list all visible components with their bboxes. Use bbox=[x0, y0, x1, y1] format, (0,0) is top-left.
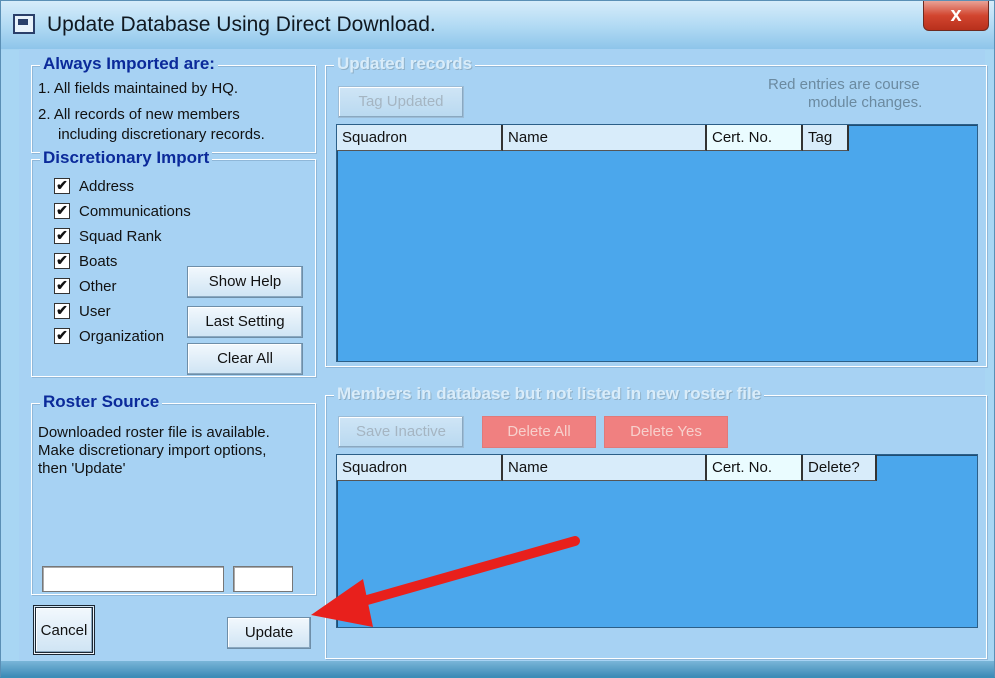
arrow-head-icon bbox=[311, 579, 373, 627]
red-arrow-annotation bbox=[311, 536, 580, 627]
window-bottom-edge bbox=[1, 661, 994, 677]
dialog-window: Update Database Using Direct Download. x… bbox=[0, 0, 995, 677]
arrow-shaft bbox=[348, 536, 580, 609]
